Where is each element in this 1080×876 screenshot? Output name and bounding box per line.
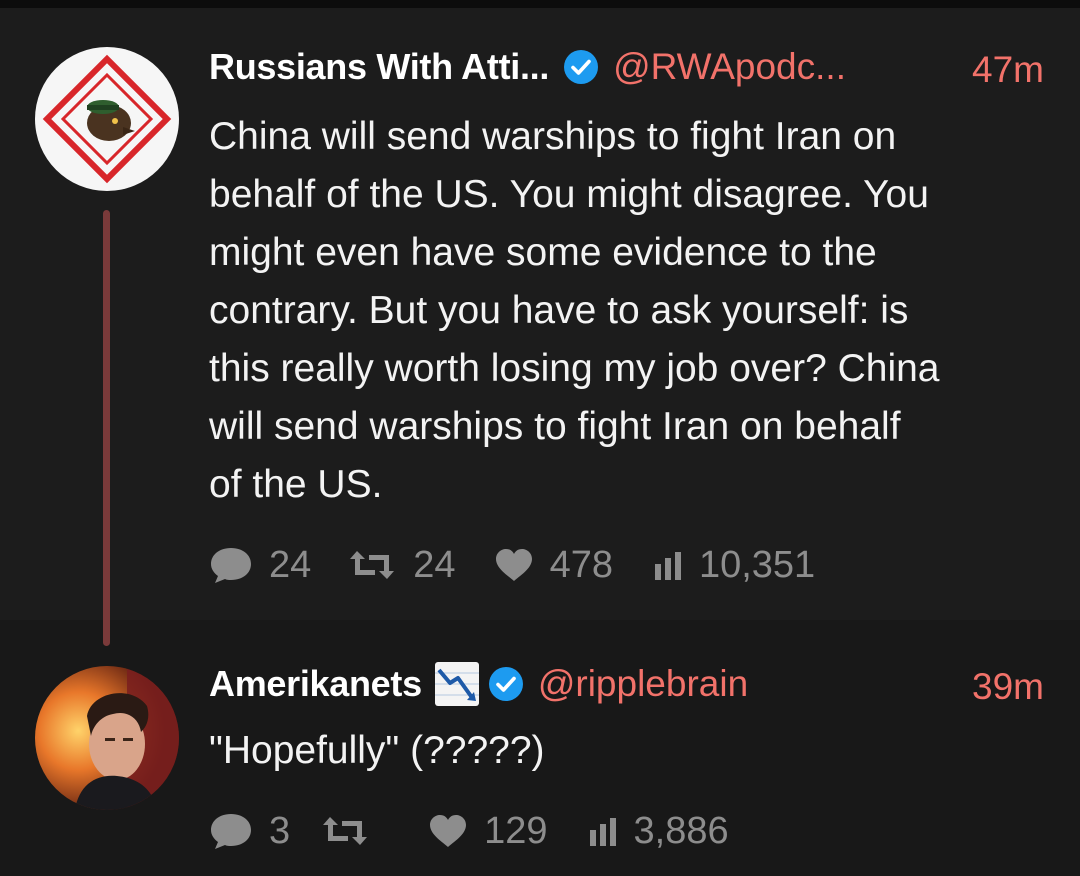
like-count: 478 (549, 543, 613, 586)
tweet-text: China will send warships to fight Iran o… (209, 115, 940, 506)
user-photo-icon (35, 666, 179, 810)
author-handle[interactable]: @RWApodc... (613, 46, 846, 88)
top-bar (0, 0, 1080, 8)
rwa-logo-icon (42, 54, 172, 184)
author-name[interactable]: Amerikanets (209, 663, 422, 705)
reply-count: 24 (269, 543, 312, 586)
verified-badge-icon (564, 50, 599, 84)
author-handle[interactable]: @ripplebrain (538, 663, 748, 705)
like-button[interactable]: 478 (494, 544, 613, 587)
retweet-button[interactable] (320, 811, 386, 851)
retweet-icon (323, 817, 368, 845)
views-button[interactable]: 3,886 (588, 810, 729, 853)
like-count: 129 (484, 809, 548, 852)
verified-badge-icon (488, 667, 523, 701)
reply-count: 3 (269, 809, 291, 852)
tweet-1-header: Russians With Atti... @RWApodc... (209, 37, 846, 97)
like-button[interactable]: 129 (428, 809, 548, 853)
retweet-button[interactable]: 24 (347, 543, 456, 587)
views-button[interactable]: 10,351 (653, 544, 815, 587)
author-name[interactable]: Russians With Atti... (209, 46, 549, 88)
retweet-count: 24 (413, 543, 456, 586)
tweet-2-actions: 3 129 3,886 (209, 809, 729, 853)
thread-connector-line (103, 210, 110, 646)
reply-button[interactable]: 3 (209, 810, 290, 853)
tweet-timestamp[interactable]: 39m (972, 666, 1044, 708)
retweet-icon (350, 551, 395, 579)
view-count: 3,886 (633, 809, 729, 852)
user-photo-avatar[interactable] (35, 666, 179, 810)
reply-icon (211, 814, 251, 849)
heart-icon (430, 815, 467, 847)
tweet-2-header: Amerikanets @ripplebrain (209, 654, 748, 714)
view-count: 10,351 (698, 543, 816, 586)
chart-decreasing-icon (434, 662, 479, 706)
reply-icon (211, 548, 251, 583)
rwa-logo-avatar[interactable] (35, 47, 179, 191)
tweet-timestamp[interactable]: 47m (972, 49, 1044, 91)
reply-button[interactable]: 24 (209, 544, 311, 587)
heart-icon (495, 549, 532, 581)
views-chart-icon (654, 552, 681, 580)
views-chart-icon (589, 818, 616, 846)
timeline-screen: Russians With Atti... @RWApodc... 47m Ch… (0, 0, 1080, 876)
tweet-text: "Hopefully" (?????) (209, 729, 545, 772)
tweet-1-actions: 24 24 478 10,351 (209, 543, 815, 587)
